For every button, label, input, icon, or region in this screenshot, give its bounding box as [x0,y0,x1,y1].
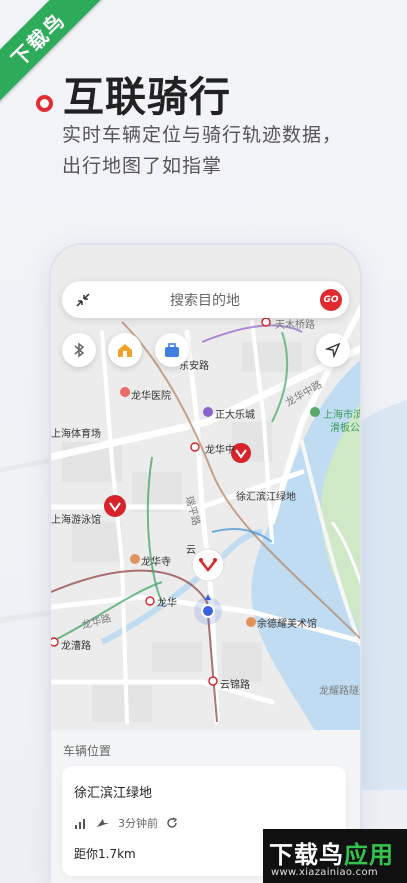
map-label: 上海游泳馆 [51,515,101,526]
map-label: 余德耀美术馆 [257,619,317,630]
search-placeholder[interactable]: 搜索目的地 [100,290,320,310]
gps-icon [97,819,109,827]
ribbon-text: 下载鸟 [6,7,70,71]
map-label: 龙华寺 [141,557,171,568]
title-dot-icon [36,94,53,112]
map-label: 龙华中 [205,445,235,456]
vehicle-distance: 距你1.7km [74,847,136,861]
map-label: 云锦路 [220,680,250,691]
watermark-brand: 下载鸟应用 www.xiazainiao.com [263,829,407,883]
locate-button[interactable] [316,333,350,367]
brand-name-part1: 下载鸟 [269,841,344,869]
update-time: 3分钟前 [118,817,158,830]
brand-name: 下载鸟应用 [269,835,394,870]
vehicle-panel-title: 车辆位置 [63,744,112,758]
bluetooth-button[interactable] [62,333,96,367]
app-store-screenshot: 下载鸟 互联骑行 实时车辆定位与骑行轨迹数据， 出行地图了如指掌 天木桥路 东安… [0,0,407,883]
go-logo-icon: GO [320,288,342,311]
refresh-icon[interactable] [166,817,178,829]
subtitle-line-2: 出行地图了如指掌 [62,155,223,177]
map-label: 滑板公园 [330,423,360,434]
map-label: 天木桥路 [275,320,315,331]
brand-url: www.xiazainiao.com [271,867,378,878]
search-bar[interactable]: 搜索目的地 GO [62,281,349,318]
selected-vehicle-pin[interactable] [191,548,225,582]
hero-title: 互联骑行 [63,73,231,121]
subtitle-line-1: 实时车辆定位与骑行轨迹数据， [62,124,343,146]
home-icon [118,344,132,357]
work-button[interactable] [155,333,189,367]
vehicle-location: 徐汇滨江绿地 [74,786,153,801]
map-label: 龙漕路 [61,641,91,652]
briefcase-icon [165,343,179,357]
vehicle-status-row: 3分钟前 [74,815,178,831]
map-label: 正大乐城 [215,410,255,421]
map-label: 徐汇滨江绿地 [236,492,296,503]
signal-icon [75,819,85,829]
scooter-marker[interactable] [104,495,126,517]
navigation-arrow-icon [325,342,341,358]
map-label: 上海体育场 [51,429,101,440]
map-label: 龙华医院 [131,391,171,402]
brand-name-part2: 应用 [344,841,394,869]
collapse-icon[interactable] [66,281,100,318]
hero-title-row: 互联骑行 [36,63,231,123]
home-button[interactable] [108,333,142,367]
map-label: 龙耀路隧道 [319,686,360,697]
hero-subtitle: 实时车辆定位与骑行轨迹数据， 出行地图了如指掌 [62,120,342,182]
map-label: 云 [186,545,196,556]
bluetooth-icon [74,342,85,358]
map-label: 龙华 [157,598,177,609]
